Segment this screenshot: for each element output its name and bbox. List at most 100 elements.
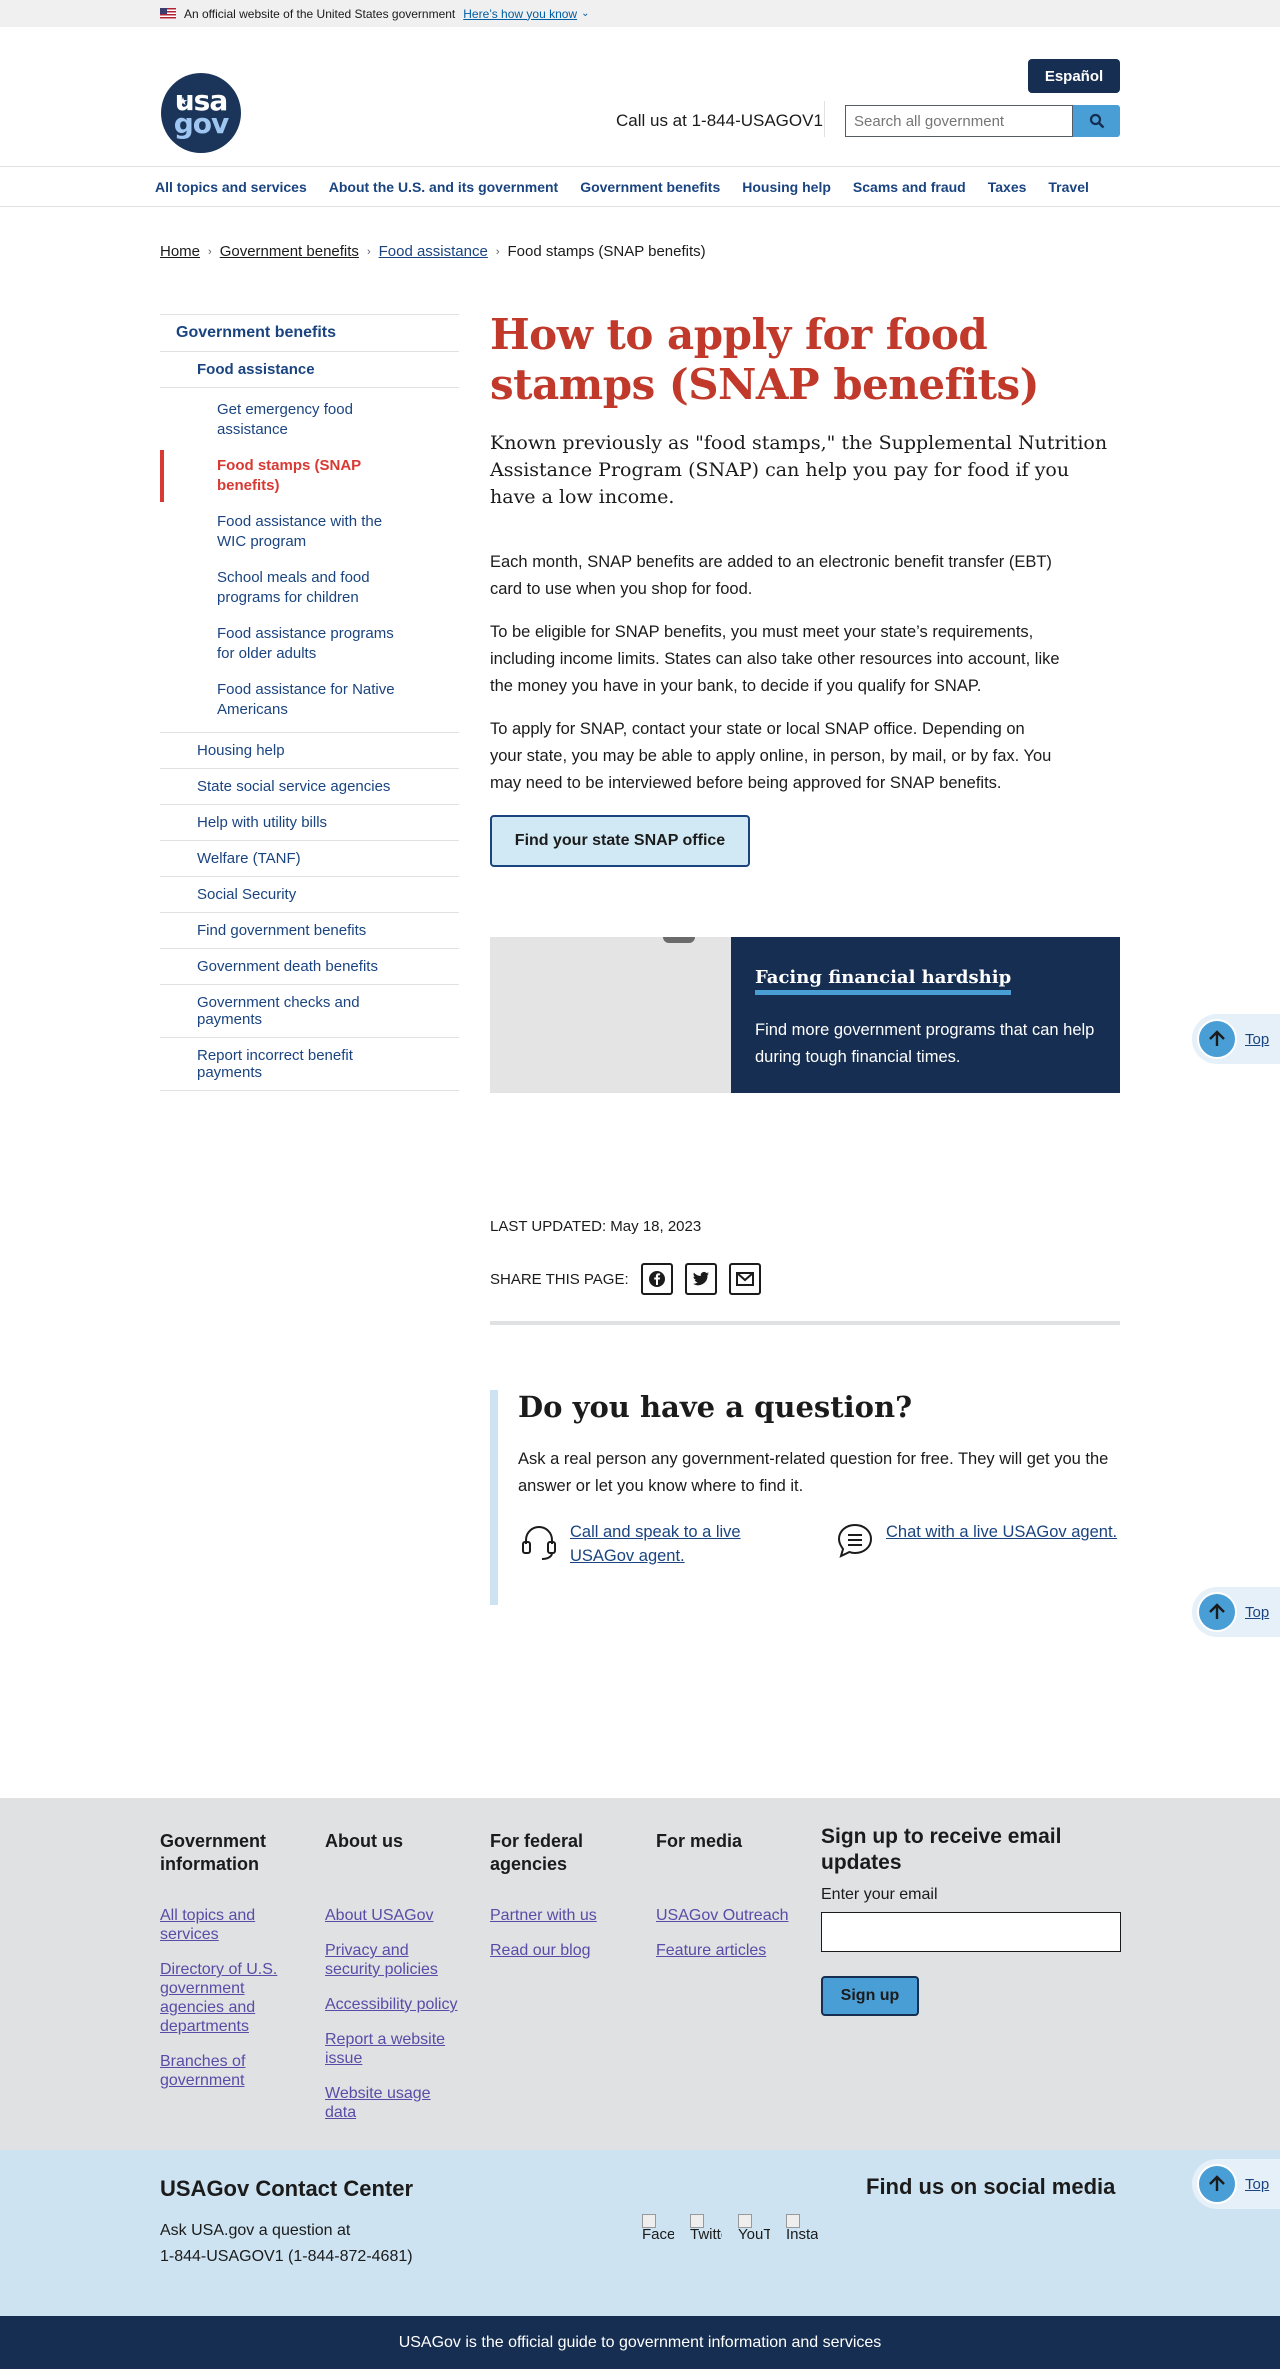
main-nav: All topics and services About the U.S. a… <box>0 167 1280 207</box>
breadcrumb: Home › Government benefits › Food assist… <box>160 243 706 260</box>
footer-link[interactable]: Privacy and security policies <box>325 1941 465 1979</box>
card-body: Facing financial hardship Find more gove… <box>731 937 1120 1093</box>
breadcrumb-home[interactable]: Home <box>160 243 200 260</box>
sidebar-item-housing-help[interactable]: Housing help <box>160 733 459 769</box>
footer-link[interactable]: Report a website issue <box>325 2030 465 2068</box>
side-nav: Government benefits Food assistance Get … <box>160 314 459 1091</box>
heres-how-link[interactable]: Here’s how you know <box>463 7 577 21</box>
footer-link[interactable]: All topics and services <box>160 1906 300 1944</box>
sidebar-item-emergency-food[interactable]: Get emergency food assistance <box>160 392 459 448</box>
site-header: ★ usa gov Español Call us at 1-844-USAGO… <box>0 27 1280 167</box>
footer-col-media: For media USAGov Outreach Feature articl… <box>656 1830 796 1976</box>
share-email-icon[interactable] <box>728 1263 761 1295</box>
email-label: Enter your email <box>821 1886 938 1903</box>
chevron-down-icon[interactable]: ⌄ <box>581 8 589 19</box>
back-to-top-button[interactable]: Top <box>1192 1587 1280 1637</box>
call-agent-text[interactable]: Call and speak to a live USAGov agent. <box>570 1520 760 1568</box>
card-image <box>490 937 731 1093</box>
footer-link[interactable]: USAGov Outreach <box>656 1906 796 1925</box>
sidebar-item-food-assistance[interactable]: Food assistance <box>160 352 459 388</box>
chat-agent-text[interactable]: Chat with a live USAGov agent. <box>886 1520 1117 1544</box>
breadcrumb-food-assistance[interactable]: Food assistance <box>379 243 488 260</box>
footer-heading: About us <box>325 1831 403 1851</box>
footer-col-gov-info: Government information All topics and se… <box>160 1830 300 2106</box>
footer-link[interactable]: Directory of U.S. government agencies an… <box>160 1960 300 2036</box>
card-title-link[interactable]: Facing financial hardship <box>755 967 1012 995</box>
sidebar-item-utility-bills[interactable]: Help with utility bills <box>160 805 459 841</box>
question-box: Do you have a question? Ask a real perso… <box>490 1390 1120 1605</box>
top-label[interactable]: Top <box>1245 1604 1269 1621</box>
top-label[interactable]: Top <box>1245 1031 1269 1048</box>
footer-col-about: About us About USAGov Privacy and securi… <box>325 1830 465 2138</box>
breadcrumb-benefits[interactable]: Government benefits <box>220 243 359 260</box>
footer-link[interactable]: About USAGov <box>325 1906 465 1925</box>
footer-link[interactable]: Feature articles <box>656 1941 796 1960</box>
nav-travel[interactable]: Travel <box>1048 179 1088 195</box>
footer-heading: For federal agencies <box>490 1831 584 1874</box>
section-divider <box>490 1321 1120 1325</box>
contact-line: Ask USA.gov a question at <box>160 2222 351 2239</box>
sidebar-item-checks-payments[interactable]: Government checks and payments <box>160 985 459 1038</box>
share-facebook-icon[interactable] <box>640 1263 673 1295</box>
espanol-button[interactable]: Español <box>1028 59 1120 93</box>
chevron-right-icon: › <box>366 245 371 258</box>
sidebar-item-native-americans[interactable]: Food assistance for Native Americans <box>160 672 459 728</box>
page-lede: Known previously as "food stamps," the S… <box>490 432 1108 508</box>
contact-center: USAGov Contact Center Ask USA.gov a ques… <box>0 2150 1280 2316</box>
bottom-tagline: USAGov is the official guide to governme… <box>0 2316 1280 2369</box>
footer-col-federal: For federal agencies Partner with us Rea… <box>490 1830 630 1976</box>
sidebar-item-older-adults[interactable]: Food assistance programs for older adult… <box>160 616 459 672</box>
call-agent-link[interactable]: Call and speak to a live USAGov agent. <box>518 1520 834 1568</box>
footer-signup: Sign up to receive email updates Enter y… <box>821 1824 1121 2016</box>
sidebar-item-find-benefits[interactable]: Find government benefits <box>160 913 459 949</box>
headset-icon <box>522 1526 556 1560</box>
body-paragraph: To apply for SNAP, contact your state or… <box>490 720 1052 792</box>
sidebar-item-death-benefits[interactable]: Government death benefits <box>160 949 459 985</box>
question-text: Ask a real person any government-related… <box>518 1450 1109 1495</box>
chat-agent-link[interactable]: Chat with a live USAGov agent. <box>834 1520 1117 1568</box>
back-to-top-button[interactable]: Top <box>1192 2159 1280 2209</box>
sidebar-item-social-security[interactable]: Social Security <box>160 877 459 913</box>
sidebar-item-welfare[interactable]: Welfare (TANF) <box>160 841 459 877</box>
email-input[interactable] <box>821 1912 1121 1952</box>
call-us-text: Call us at 1-844-USAGOV1 <box>616 111 823 130</box>
sidebar-item-wic[interactable]: Food assistance with the WIC program <box>160 504 459 560</box>
nav-housing-help[interactable]: Housing help <box>742 179 831 195</box>
signup-button[interactable]: Sign up <box>821 1976 919 2016</box>
back-to-top-button[interactable]: Top <box>1192 1014 1280 1064</box>
sidebar-item-report-incorrect[interactable]: Report incorrect benefit payments <box>160 1038 459 1091</box>
sidebar-item-social-service-agencies[interactable]: State social service agencies <box>160 769 459 805</box>
footer-link[interactable]: Partner with us <box>490 1906 630 1925</box>
arrow-up-icon <box>1197 2164 1237 2204</box>
facebook-icon[interactable]: Facebook <box>642 2214 674 2246</box>
body-paragraph: To be eligible for SNAP benefits, you mu… <box>490 623 1060 695</box>
page-body: Each month, SNAP benefits are added to a… <box>490 549 1120 797</box>
financial-hardship-card[interactable]: Facing financial hardship Find more gove… <box>490 937 1120 1093</box>
chat-bubble-icon <box>837 1523 873 1558</box>
nav-scams-fraud[interactable]: Scams and fraud <box>853 179 966 195</box>
contact-phone[interactable]: 1-844-USAGOV1 (1-844-872-4681) <box>160 2244 413 2270</box>
nav-taxes[interactable]: Taxes <box>988 179 1027 195</box>
find-state-snap-office-button[interactable]: Find your state SNAP office <box>490 815 750 867</box>
last-updated: LAST UPDATED: May 18, 2023 <box>490 1218 702 1235</box>
search-input[interactable] <box>845 105 1073 137</box>
sidebar-subnav: Get emergency food assistance Food stamp… <box>160 388 459 733</box>
share-label: SHARE THIS PAGE: <box>490 1270 629 1288</box>
nav-government-benefits[interactable]: Government benefits <box>580 179 720 195</box>
sidebar-item-government-benefits[interactable]: Government benefits <box>160 315 459 352</box>
top-label[interactable]: Top <box>1245 2176 1269 2193</box>
footer-link[interactable]: Branches of government <box>160 2052 300 2090</box>
footer-link[interactable]: Website usage data <box>325 2084 465 2122</box>
nav-all-topics[interactable]: All topics and services <box>155 179 307 195</box>
footer-link[interactable]: Accessibility policy <box>325 1995 465 2014</box>
usagov-logo[interactable]: ★ usa gov <box>161 73 241 153</box>
search-button[interactable] <box>1073 105 1120 137</box>
footer-link[interactable]: Read our blog <box>490 1941 630 1960</box>
nav-about-us-government[interactable]: About the U.S. and its government <box>329 179 558 195</box>
twitter-icon[interactable]: Twitter <box>690 2214 722 2246</box>
sidebar-item-school-meals[interactable]: School meals and food programs for child… <box>160 560 459 616</box>
sidebar-item-snap-current[interactable]: Food stamps (SNAP benefits) <box>160 448 459 504</box>
youtube-icon[interactable]: YouTube <box>738 2214 770 2246</box>
instagram-icon[interactable]: Instagram <box>786 2214 818 2246</box>
share-twitter-icon[interactable] <box>684 1263 717 1295</box>
